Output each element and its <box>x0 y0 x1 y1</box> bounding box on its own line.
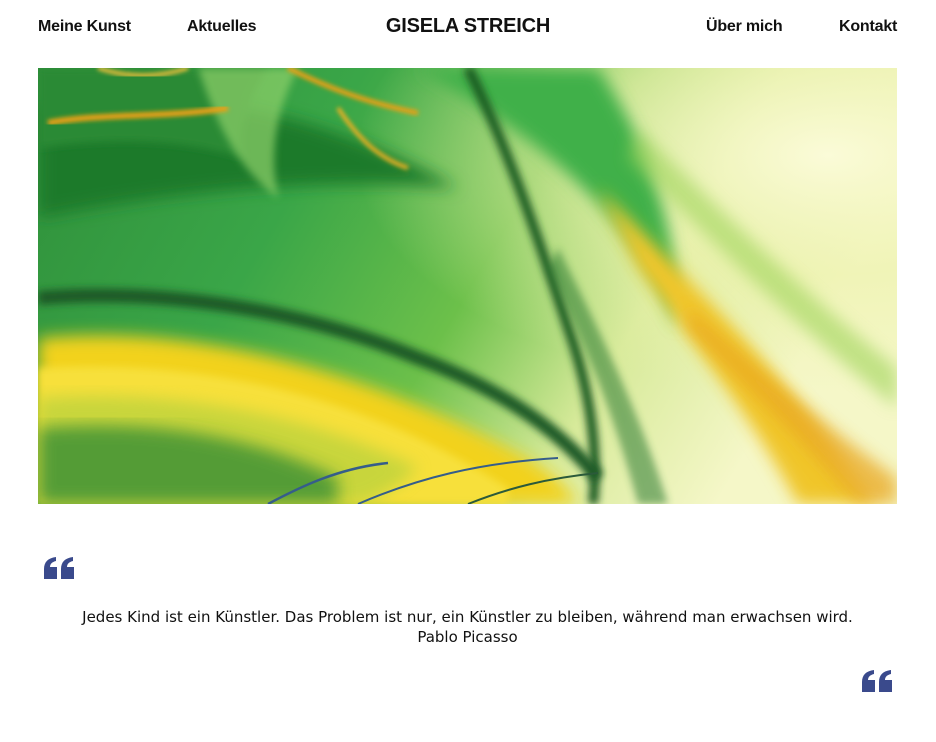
quote-mark-icon <box>862 670 894 692</box>
quote-mark-icon <box>44 557 76 579</box>
quote-block: Jedes Kind ist ein Künstler. Das Problem… <box>38 607 897 647</box>
quote-text: Jedes Kind ist ein Künstler. Das Problem… <box>82 608 853 626</box>
nav-item-ueber-mich[interactable]: Über mich <box>706 18 783 36</box>
hero-painting-image <box>38 68 897 504</box>
nav-item-kontakt[interactable]: Kontakt <box>839 18 897 36</box>
site-title-label[interactable]: GISELA STREICH <box>386 15 550 37</box>
top-navigation: Meine Kunst Aktuelles GISELA STREICH Übe… <box>0 0 936 60</box>
site-title[interactable]: GISELA STREICH <box>0 15 936 38</box>
quote-author: Pablo Picasso <box>417 628 518 646</box>
